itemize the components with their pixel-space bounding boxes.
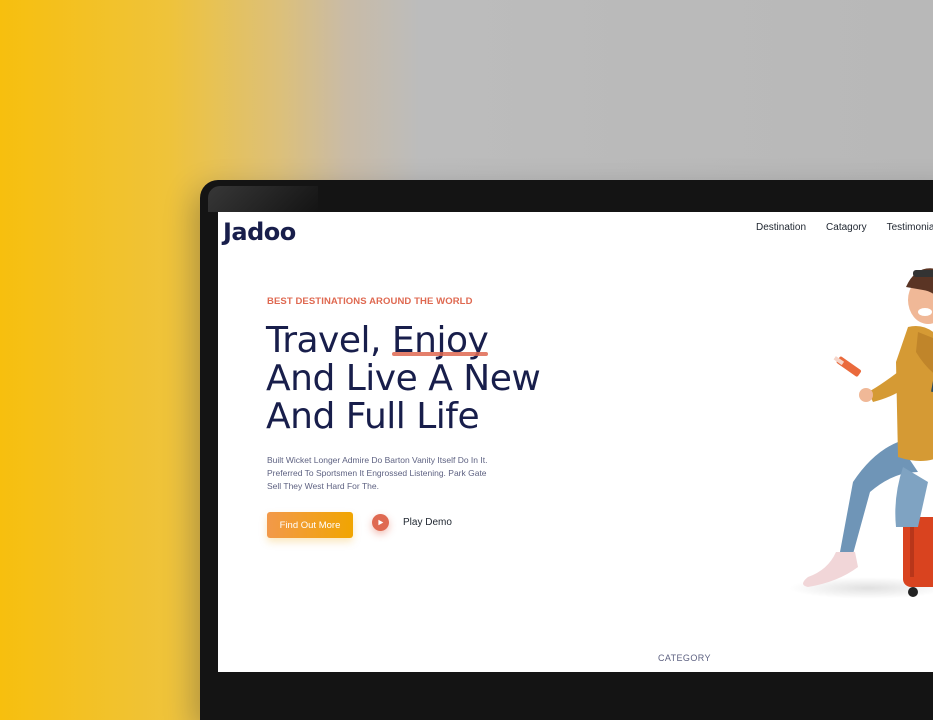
headline-line-2: And Live A New bbox=[266, 358, 541, 399]
play-icon[interactable] bbox=[372, 514, 389, 531]
headline-line-1: Travel, Enjoy bbox=[266, 322, 540, 360]
nav-item-catagory[interactable]: Catagory bbox=[826, 222, 867, 233]
headline-line-1-prefix: Travel, bbox=[266, 320, 392, 361]
hero-headline: Travel, Enjoy And Live A New And Full Li… bbox=[266, 322, 541, 437]
play-demo-button[interactable]: Play Demo bbox=[372, 514, 452, 531]
nav-item-destination[interactable]: Destination bbox=[756, 222, 806, 233]
description-line-3: Sell They West Hard For The. bbox=[267, 481, 379, 491]
website-screen: Jadoo Destination Catagory Testimonia BE… bbox=[218, 212, 933, 672]
headline-line-3: And Full Life bbox=[266, 396, 480, 437]
traveler-hero-image bbox=[803, 268, 933, 597]
nav-item-testimonials[interactable]: Testimonia bbox=[887, 222, 933, 233]
hero-eyebrow: BEST DESTINATIONS AROUND THE WORLD bbox=[267, 296, 473, 307]
headline-emphasis: Enjoy bbox=[391, 320, 489, 361]
hero-description: Built Wicket Longer Admire Do Barton Van… bbox=[267, 454, 507, 493]
find-out-more-button[interactable]: Find Out More bbox=[267, 512, 353, 538]
description-line-2: Preferred To Sportsmen It Engrossed List… bbox=[267, 468, 487, 478]
play-demo-label[interactable]: Play Demo bbox=[403, 517, 452, 528]
site-logo[interactable]: Jadoo bbox=[223, 218, 296, 246]
category-section-label: CATEGORY bbox=[658, 653, 711, 663]
description-line-1: Built Wicket Longer Admire Do Barton Van… bbox=[267, 455, 488, 465]
main-nav: Destination Catagory Testimonia bbox=[756, 222, 933, 233]
